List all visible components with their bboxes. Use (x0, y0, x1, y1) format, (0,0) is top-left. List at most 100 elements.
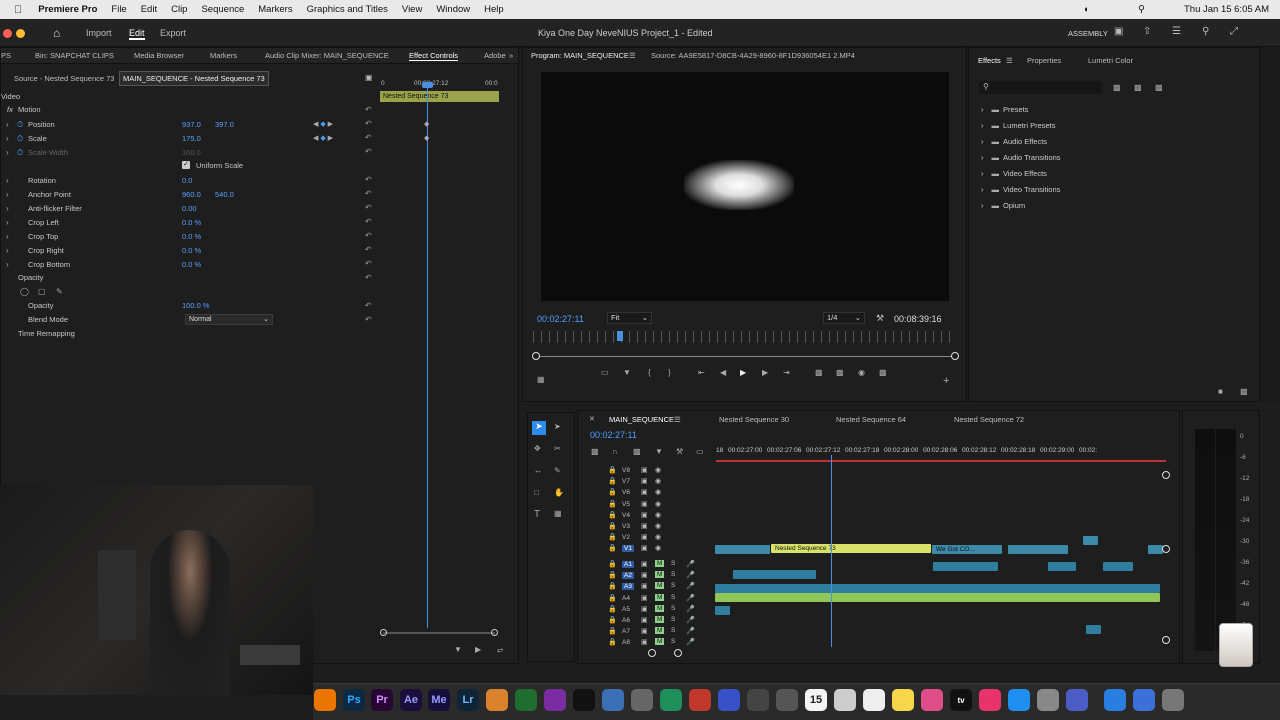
playhead-timecode[interactable]: 00:02:27:11 (537, 314, 584, 324)
dock-tv-icon[interactable]: tv (950, 689, 972, 711)
mic-icon[interactable]: 🎤 (686, 594, 695, 602)
vertical-scroll-handle-3[interactable] (1162, 636, 1170, 644)
hand-icon[interactable]: ✋ (554, 488, 564, 497)
reset-icon[interactable]: ↶ (365, 189, 372, 198)
stopwatch-icon[interactable]: ⏱ (17, 134, 23, 144)
keyframe-nav-icon[interactable]: ◀ ◆ ▶ (313, 120, 333, 128)
eye-icon[interactable]: ◉ (655, 500, 661, 508)
opacity-group-label[interactable]: Opacity (18, 273, 43, 285)
effects-folder[interactable]: › ▬ Lumetri Presets (981, 121, 1241, 133)
track-label[interactable]: V2 (622, 534, 630, 541)
linked-selection-icon[interactable]: ▩ (633, 447, 641, 456)
blend-mode-select[interactable]: Normal ⌄ (185, 314, 273, 325)
stopwatch-icon[interactable]: ⏱ (17, 120, 23, 130)
mute-button[interactable]: M (655, 627, 665, 635)
property-value-1[interactable]: 0.0 % (182, 218, 201, 230)
reset-icon[interactable]: ↶ (365, 259, 372, 268)
sync-icon[interactable]: ▣ (641, 571, 648, 579)
dock-app-icon[interactable] (486, 689, 508, 711)
eye-icon[interactable]: ◉ (655, 533, 661, 541)
search-icon[interactable]: ⚲ (1138, 4, 1145, 15)
effects-folder[interactable]: › ▬ Audio Effects (981, 137, 1241, 149)
program-playhead[interactable] (617, 331, 623, 341)
mic-icon[interactable]: 🎤 (686, 605, 695, 613)
dock-app-icon[interactable] (660, 689, 682, 711)
video-clip[interactable] (1008, 545, 1068, 554)
reset-icon[interactable]: ↶ (365, 133, 372, 142)
sync-icon[interactable]: ▣ (641, 522, 648, 530)
mute-button[interactable]: M (655, 604, 665, 612)
mark-out-icon[interactable]: } (668, 368, 671, 377)
sync-icon[interactable]: ▣ (641, 560, 648, 568)
solo-button[interactable]: S (671, 627, 675, 634)
tab-effects[interactable]: Effects (978, 56, 1001, 65)
apple-icon[interactable]:  (14, 4, 22, 16)
tab-ps[interactable]: PS (1, 51, 11, 60)
solo-button[interactable]: S (671, 571, 675, 578)
vertical-scroll-handle-2[interactable] (1162, 545, 1170, 553)
audio-clip[interactable] (933, 562, 998, 571)
lock-icon[interactable]: 🔒 (608, 466, 617, 474)
dock-app-icon[interactable] (689, 689, 711, 711)
reset-icon[interactable]: ↶ (365, 147, 372, 156)
reset-icon[interactable]: ↶ (365, 245, 372, 254)
yuv-icon[interactable]: ▩ (1155, 83, 1163, 92)
selection-tool-icon[interactable]: ➤ (532, 421, 546, 435)
tab-bin[interactable]: Bin: SNAPCHAT CLIPS (35, 51, 114, 60)
source-tab[interactable]: Source - Nested Sequence 73 (14, 74, 114, 83)
audio-clip[interactable] (733, 570, 816, 579)
property-value-1[interactable]: 100.0 (182, 148, 201, 160)
wrench-icon[interactable]: ⚒ (876, 313, 884, 324)
track-label[interactable]: A7 (622, 628, 630, 635)
track-label[interactable]: V8 (622, 467, 630, 474)
track-label[interactable]: A1 (622, 561, 634, 568)
minimize-window-button[interactable] (16, 29, 25, 38)
audio-clip[interactable] (1103, 562, 1133, 571)
tab-lumetri-color[interactable]: Lumetri Color (1088, 56, 1133, 65)
track-label[interactable]: A4 (622, 595, 630, 602)
track-label[interactable]: V3 (622, 523, 630, 530)
opacity-value[interactable]: 100.0 % (182, 301, 210, 313)
dock-app-icon[interactable] (776, 689, 798, 711)
property-value-1[interactable]: 0.0 (182, 176, 192, 188)
lift-icon[interactable]: ▭ (601, 368, 609, 377)
keyframe-icon[interactable]: ◆ (424, 134, 429, 142)
sync-icon[interactable]: ▣ (641, 477, 648, 485)
h-scroll-right[interactable] (674, 649, 682, 657)
settings-icon[interactable]: ▦ (537, 375, 545, 384)
menu-file[interactable]: File (111, 4, 126, 15)
reset-icon[interactable]: ↶ (365, 231, 372, 240)
sync-icon[interactable]: ▣ (641, 594, 648, 602)
menu-clip[interactable]: Clip (171, 4, 187, 15)
rectangle-icon[interactable]: □ (534, 488, 539, 497)
dock-pr-icon[interactable]: Pr (371, 689, 393, 711)
dock-appstore-icon[interactable] (1008, 689, 1030, 711)
mute-button[interactable]: M (655, 571, 665, 579)
zoom-select[interactable]: Fit ⌄ (607, 312, 652, 324)
wifi-icon[interactable]: ◖ (1083, 4, 1089, 15)
track-select-icon[interactable]: ➤ (554, 422, 561, 431)
close-window-button[interactable] (3, 29, 12, 38)
zoom-bar[interactable] (536, 356, 956, 357)
timeline-tab-30[interactable]: Nested Sequence 30 (719, 415, 789, 424)
lock-icon[interactable]: 🔒 (608, 571, 617, 579)
more-tabs-icon[interactable]: » (509, 51, 513, 60)
dock-ps-icon[interactable]: Ps (343, 689, 365, 711)
home-icon[interactable]: ⌂ (53, 26, 60, 40)
lock-icon[interactable]: 🔒 (608, 638, 617, 646)
app-menu[interactable]: Premiere Pro (38, 4, 97, 15)
add-button-icon[interactable]: + (943, 375, 949, 387)
tab-adobe[interactable]: Adobe (484, 51, 506, 60)
lock-icon[interactable]: 🔒 (608, 511, 617, 519)
playhead-handle[interactable] (422, 82, 433, 88)
expand-chevron-icon[interactable]: › (6, 148, 9, 157)
property-value-1[interactable]: 937.0 (182, 120, 201, 132)
lock-icon[interactable]: 🔒 (608, 594, 617, 602)
lock-icon[interactable]: 🔒 (608, 477, 617, 485)
accelerated-icon[interactable]: ▩ (1134, 83, 1142, 92)
tab-effect-controls[interactable]: Effect Controls (409, 51, 459, 61)
lock-icon[interactable]: 🔒 (608, 627, 617, 635)
pen-mask-icon[interactable]: ✎ (56, 287, 63, 296)
dock-app-icon[interactable] (834, 689, 856, 711)
sync-icon[interactable]: ▣ (641, 616, 648, 624)
